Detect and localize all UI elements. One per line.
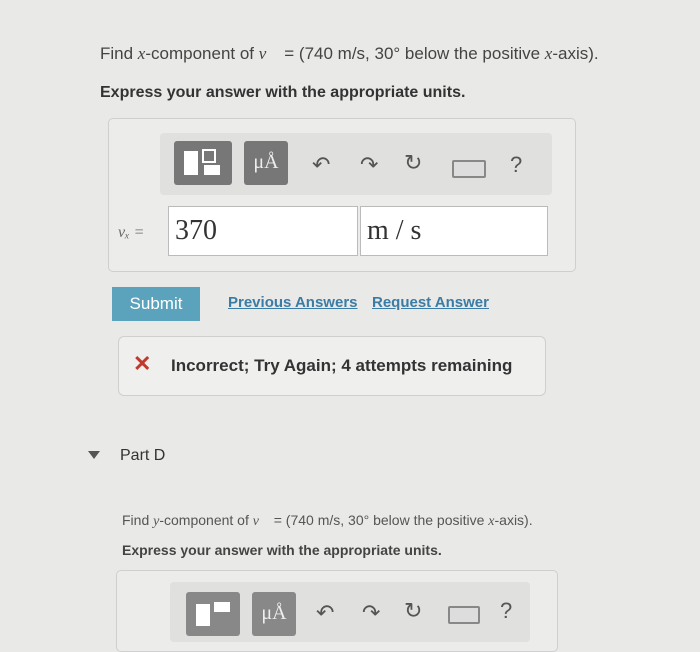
part-d-reset-icon[interactable]: ↻ [404, 598, 422, 624]
part-d-templates-button[interactable] [186, 592, 240, 636]
part-d-undo-icon[interactable]: ↶ [316, 600, 334, 626]
part-d-rest: = (740 m/s, 30° below the positive [269, 512, 489, 528]
part-d-title[interactable]: Part D [120, 447, 165, 465]
part-d-hint: Express your answer with the appropriate… [122, 542, 442, 558]
collapse-triangle-icon[interactable] [88, 451, 100, 459]
part-d-help-button[interactable]: ? [500, 598, 512, 624]
question-text: Find x-component of v⃗ = (740 m/s, 30° b… [100, 44, 599, 64]
part-d-redo-icon[interactable]: ↷ [362, 600, 380, 626]
question-prefix: Find [100, 44, 138, 63]
answer-unit-field[interactable]: m / s [360, 206, 548, 256]
part-d-units-button[interactable]: μÅ [252, 592, 296, 636]
incorrect-icon: ✕ [133, 351, 152, 376]
answer-value-text: 370 [175, 215, 217, 246]
keyboard-icon[interactable] [452, 160, 486, 178]
templates-button[interactable] [174, 141, 232, 185]
units-button-label: μÅ [253, 151, 279, 173]
redo-icon[interactable]: ↷ [360, 152, 378, 178]
question-middle: -component of [145, 44, 259, 63]
answer-hint: Express your answer with the appropriate… [100, 84, 466, 101]
question-vector: v⃗ [258, 44, 280, 63]
undo-icon[interactable]: ↶ [312, 152, 330, 178]
reset-icon[interactable]: ↻ [404, 150, 422, 176]
feedback-message: Incorrect; Try Again; 4 attempts remaini… [171, 356, 513, 375]
question-rest: = (740 m/s, 30° below the positive [279, 44, 545, 63]
part-d-prefix: Find [122, 512, 154, 528]
part-d-question: Find y-component of v⃗ = (740 m/s, 30° b… [122, 512, 533, 530]
answer-label: vₓ = [118, 224, 145, 241]
question-suffix: -axis). [552, 44, 599, 63]
submit-button[interactable]: Submit [112, 287, 200, 321]
request-answer-link[interactable]: Request Answer [372, 294, 489, 311]
help-button[interactable]: ? [510, 152, 522, 178]
part-d-vector: v⃗ [252, 514, 270, 529]
answer-value-field[interactable]: 370 [168, 206, 358, 256]
previous-answers-link[interactable]: Previous Answers [228, 294, 358, 311]
part-d-suffix: -axis). [494, 512, 533, 528]
units-button[interactable]: μÅ [244, 141, 288, 185]
answer-unit-text: m / s [367, 215, 422, 246]
part-d-middle: -component of [159, 512, 253, 528]
part-d-keyboard-icon[interactable] [448, 606, 480, 624]
feedback-box: ✕ Incorrect; Try Again; 4 attempts remai… [118, 336, 546, 396]
part-d-units-label: μÅ [261, 602, 287, 624]
